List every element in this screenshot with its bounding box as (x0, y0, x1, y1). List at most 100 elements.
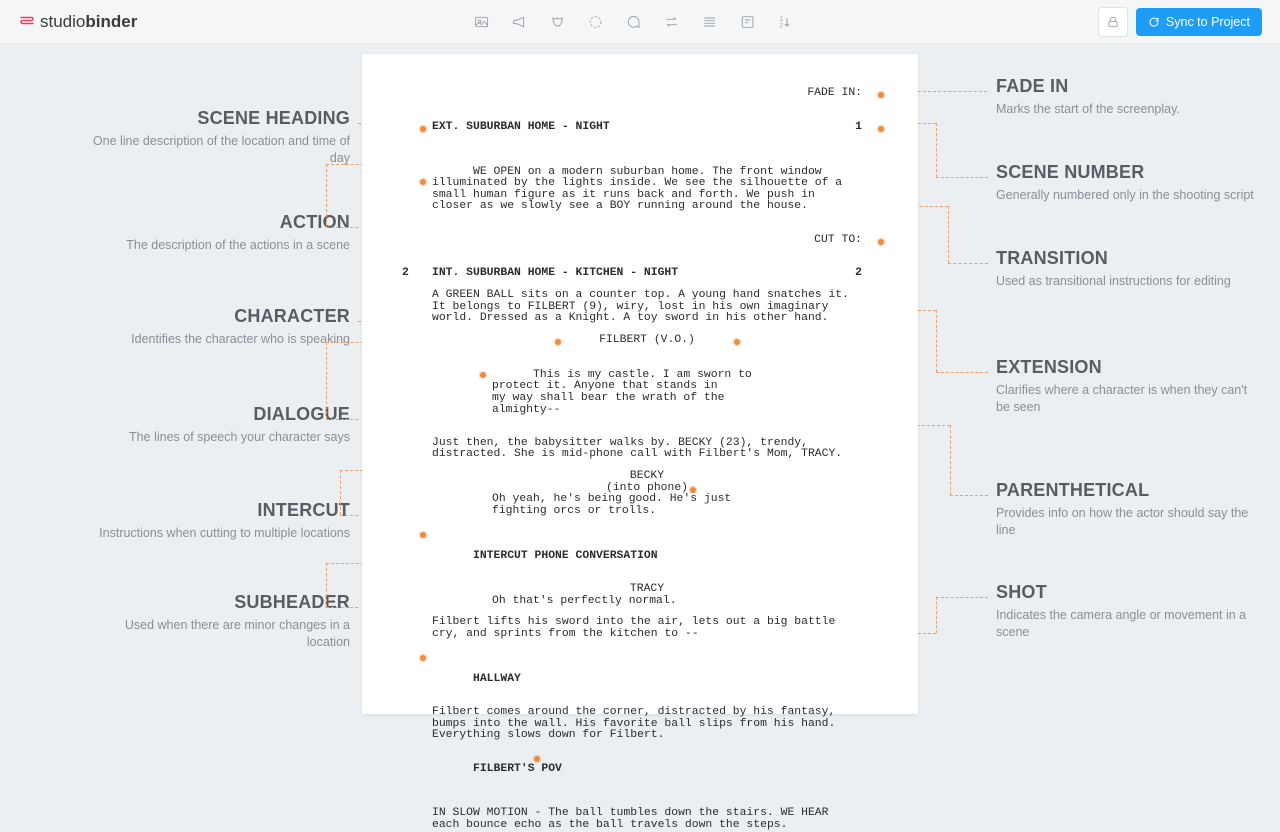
ann-desc: Identifies the character who is speaking (90, 331, 350, 348)
transition: CUT TO: (432, 235, 862, 247)
ann-desc: The description of the actions in a scen… (90, 237, 350, 254)
action-block: Just then, the babysitter walks by. BECK… (432, 438, 862, 461)
action-block: WE OPEN on a modern suburban home. The f… (432, 143, 862, 224)
ann-title: TRANSITION (996, 248, 1256, 269)
ann-title: SHOT (996, 582, 1256, 603)
sync-button-label: Sync to Project (1166, 15, 1250, 29)
marker-dot (878, 126, 884, 132)
logo-mark-icon (18, 13, 36, 31)
connector (326, 419, 358, 420)
circle-dashed-icon[interactable] (588, 14, 604, 30)
ann-desc: Instructions when cutting to multiple lo… (90, 525, 350, 542)
sort-icon[interactable]: 12 (778, 14, 794, 30)
connector (948, 263, 988, 264)
svg-text:2: 2 (780, 23, 784, 29)
scene-heading: INT. SUBURBAN HOME - KITCHEN - NIGHT (432, 268, 855, 280)
stage: SCENE HEADING One line description of th… (0, 44, 1280, 720)
scene-heading: EXT. SUBURBAN HOME - NIGHT (432, 122, 855, 134)
connector (340, 515, 358, 516)
ann-title: ACTION (90, 212, 350, 233)
intercut-line: INTERCUT PHONE CONVERSATION (432, 528, 862, 575)
action-block: IN SLOW MOTION - The ball tumbles down t… (432, 808, 862, 831)
ann-desc: Provides info on how the actor should sa… (996, 505, 1256, 539)
mask-icon[interactable] (550, 14, 566, 30)
ann-scenenum: SCENE NUMBER Generally numbered only in … (996, 162, 1256, 204)
scene-heading-row: EXT. SUBURBAN HOME - NIGHT 1 (432, 122, 862, 134)
app-toolbar: studiobinder 12 Sync to Project (0, 0, 1280, 44)
connector (326, 342, 327, 419)
connector (936, 597, 937, 633)
action-text: WE OPEN on a modern suburban home. The f… (432, 166, 849, 213)
connector (326, 227, 358, 228)
connector (936, 597, 988, 598)
ann-title: SUBHEADER (90, 592, 350, 613)
action-block: Filbert lifts his sword into the air, le… (432, 617, 862, 640)
ann-desc: Generally numbered only in the shooting … (996, 187, 1256, 204)
connector (326, 164, 327, 227)
scene-heading-row: 2 INT. SUBURBAN HOME - KITCHEN - NIGHT 2 (432, 268, 862, 280)
scene-number: 2 (855, 268, 862, 280)
ann-title: SCENE HEADING (90, 108, 350, 129)
marker-dot (480, 372, 486, 378)
ann-desc: Used when there are minor changes in a l… (90, 617, 350, 651)
fade-in-text: FADE IN: (807, 87, 862, 99)
marker-dot (534, 756, 540, 762)
marker-dot (734, 339, 740, 345)
ann-desc: The lines of speech your character says (90, 429, 350, 446)
ann-title: DIALOGUE (90, 404, 350, 425)
shot-line: FILBERT'S POV (432, 752, 862, 799)
marker-dot (690, 487, 696, 493)
ann-desc: Marks the start of the screenplay. (996, 101, 1256, 118)
brand-logo: studiobinder (18, 12, 137, 32)
note-icon[interactable] (740, 14, 756, 30)
lines-icon[interactable] (702, 14, 718, 30)
sync-icon (1148, 16, 1160, 28)
marker-dot (555, 339, 561, 345)
connector (326, 607, 358, 608)
ann-desc: One line description of the location and… (90, 133, 350, 167)
ann-desc: Indicates the camera angle or movement i… (996, 607, 1256, 641)
action-block: A GREEN BALL sits on a counter top. A yo… (432, 290, 862, 325)
chat-icon[interactable] (626, 14, 642, 30)
subheader-line: HALLWAY (432, 651, 862, 698)
connector (936, 310, 937, 372)
connector (936, 177, 988, 178)
megaphone-icon[interactable] (512, 14, 528, 30)
fade-in: FADE IN: (432, 88, 862, 100)
transition-text: CUT TO: (814, 234, 862, 246)
character-cue: FILBERT (V.O.) (432, 335, 862, 347)
ann-title: PARENTHETICAL (996, 480, 1256, 501)
scene-number: 1 (855, 122, 862, 134)
swap-icon[interactable] (664, 14, 680, 30)
dialogue-text: This is my castle. I am sworn to protect… (492, 369, 752, 416)
ann-parenthetical: PARENTHETICAL Provides info on how the a… (996, 480, 1256, 539)
ann-dialogue: DIALOGUE The lines of speech your charac… (90, 404, 350, 446)
connector (950, 495, 988, 496)
connector (326, 563, 327, 607)
character-name: FILBERT (V.O.) (599, 334, 695, 346)
scene-number-left: 2 (402, 268, 409, 280)
marker-dot (420, 532, 426, 538)
ann-intercut: INTERCUT Instructions when cutting to mu… (90, 500, 350, 542)
marker-dot (878, 239, 884, 245)
action-block: Filbert comes around the corner, distrac… (432, 707, 862, 742)
brand-name-1: studio (40, 12, 85, 31)
ann-desc: Used as transitional instructions for ed… (996, 273, 1256, 290)
sync-button[interactable]: Sync to Project (1136, 8, 1262, 36)
dialogue-block: Oh that's perfectly normal. (492, 596, 802, 608)
ann-subheader: SUBHEADER Used when there are minor chan… (90, 592, 350, 651)
ann-action: ACTION The description of the actions in… (90, 212, 350, 254)
ann-transition: TRANSITION Used as transitional instruct… (996, 248, 1256, 290)
ann-title: CHARACTER (90, 306, 350, 327)
dialogue-block: This is my castle. I am sworn to protect… (492, 346, 802, 427)
ann-title: EXTENSION (996, 357, 1256, 378)
connector (936, 372, 988, 373)
ann-scene-heading: SCENE HEADING One line description of th… (90, 108, 350, 167)
svg-text:1: 1 (780, 16, 784, 22)
lock-button[interactable] (1098, 7, 1128, 37)
marker-dot (420, 126, 426, 132)
ann-extension: EXTENSION Clarifies where a character is… (996, 357, 1256, 416)
image-icon[interactable] (474, 14, 490, 30)
connector (936, 123, 937, 177)
script-page: FADE IN: EXT. SUBURBAN HOME - NIGHT 1 WE… (362, 54, 918, 714)
